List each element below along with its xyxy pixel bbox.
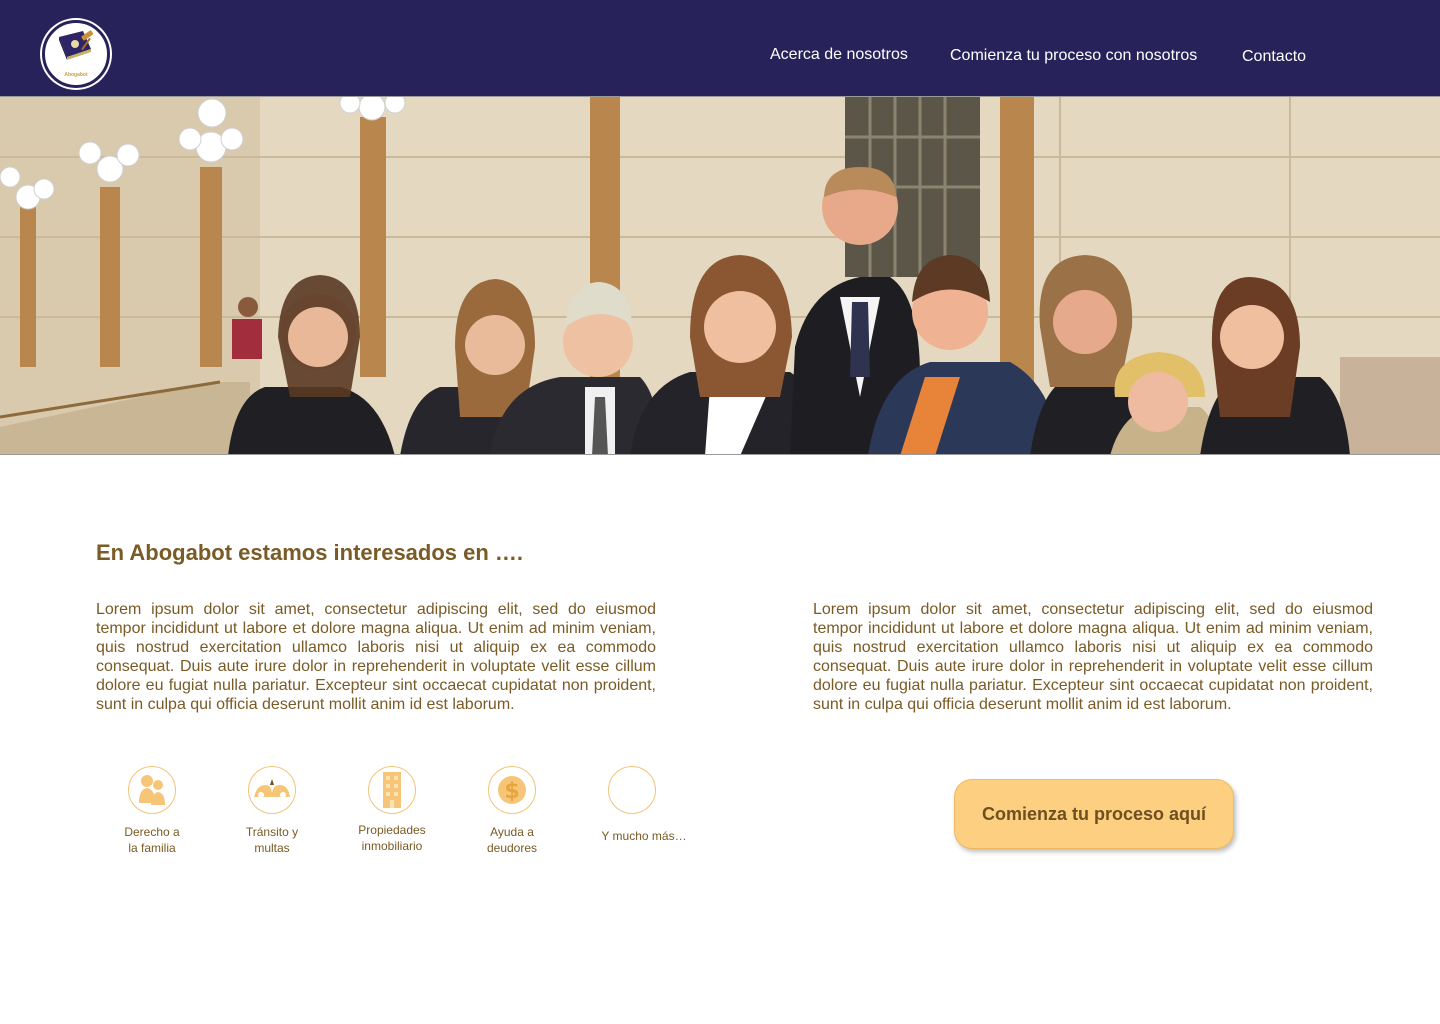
service-label: Y mucho más…: [601, 829, 687, 843]
top-navigation-bar: Abogabot Acerca de nosotros Comienza tu …: [0, 0, 1440, 96]
logo-text: Abogabot: [64, 72, 88, 78]
family-icon: [128, 766, 176, 814]
svg-text:$: $: [504, 779, 519, 804]
start-process-button[interactable]: Comienza tu proceso aquí: [954, 779, 1234, 849]
intro-paragraph-right: Lorem ipsum dolor sit amet, consectetur …: [813, 601, 1373, 713]
nav-start-process[interactable]: Comienza tu proceso con nosotros: [950, 47, 1197, 65]
dollar-icon: $: [488, 766, 536, 814]
service-label: Tránsito y multas: [245, 825, 299, 855]
service-real-estate[interactable]: Propiedades inmobiliario: [332, 766, 452, 854]
intro-paragraph-left: Lorem ipsum dolor sit amet, consectetur …: [96, 601, 656, 713]
service-more[interactable]: Y mucho más…: [572, 766, 692, 844]
service-label: Ayuda a deudores: [486, 825, 538, 855]
service-debtors[interactable]: $ Ayuda a deudores: [452, 766, 572, 856]
traffic-icon: [248, 766, 296, 814]
hero-team-photo: [0, 96, 1440, 455]
service-label: Derecho a la familia: [124, 825, 180, 855]
nav-contact[interactable]: Contacto: [1242, 48, 1306, 66]
service-label: Propiedades inmobiliario: [358, 823, 426, 853]
logo[interactable]: Abogabot: [42, 20, 110, 88]
service-traffic[interactable]: Tránsito y multas: [212, 766, 332, 856]
service-family-law[interactable]: Derecho a la familia: [92, 766, 212, 856]
section-heading: En Abogabot estamos interesados en ….: [96, 540, 524, 565]
building-icon: [368, 766, 416, 814]
nav-about[interactable]: Acerca de nosotros: [770, 46, 908, 64]
team-photo-illustration: [0, 97, 1440, 454]
empty-icon: [608, 766, 656, 814]
law-book-icon: [59, 30, 94, 60]
